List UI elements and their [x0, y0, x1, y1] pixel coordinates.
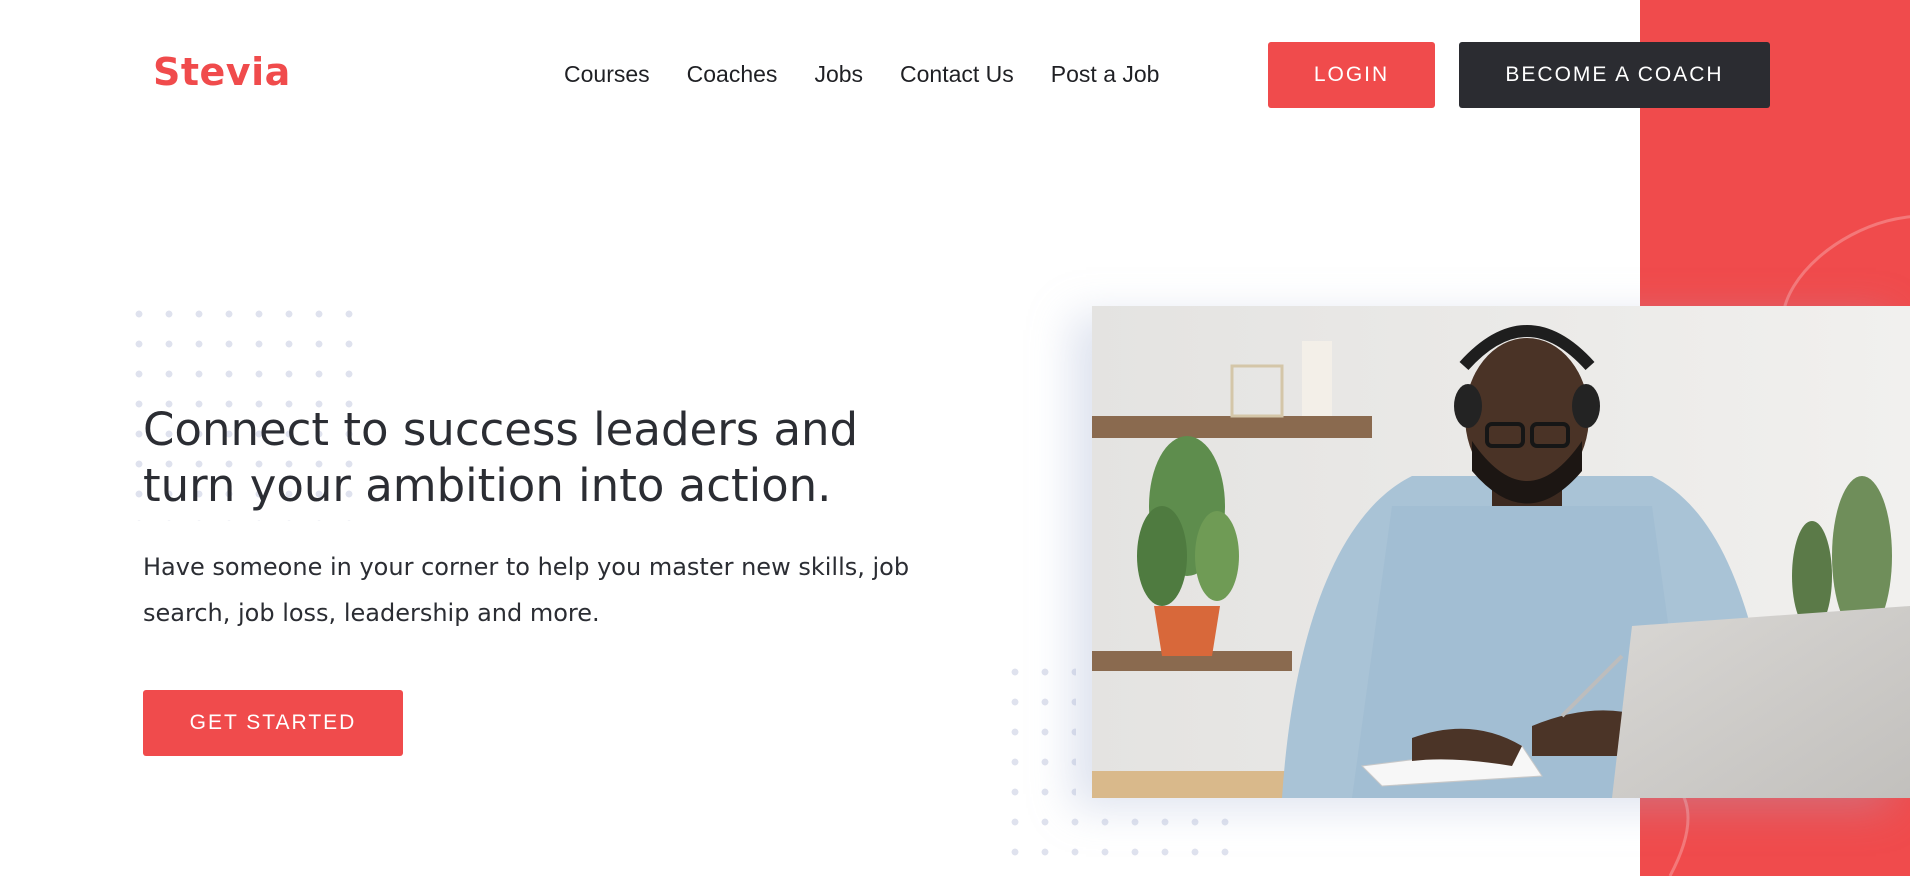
nav-item-post-a-job[interactable]: Post a Job [1051, 60, 1160, 88]
hero-headline: Connect to success leaders and turn your… [143, 403, 859, 512]
nav-item-jobs[interactable]: Jobs [814, 60, 863, 88]
nav-item-courses[interactable]: Courses [564, 60, 650, 88]
login-button[interactable]: LOGIN [1268, 42, 1435, 108]
main-nav: Courses Coaches Jobs Contact Us Post a J… [564, 60, 1196, 88]
site-logo[interactable]: Stevia [153, 50, 291, 94]
hero-subtext: Have someone in your corner to help you … [143, 553, 910, 627]
become-coach-button[interactable]: BECOME A COACH [1459, 42, 1770, 108]
photo-icon [1092, 306, 1910, 798]
get-started-button[interactable]: GET STARTED [143, 690, 403, 756]
nav-item-coaches[interactable]: Coaches [687, 60, 778, 88]
hero-photo [1092, 306, 1910, 798]
nav-item-contact-us[interactable]: Contact Us [900, 60, 1014, 88]
